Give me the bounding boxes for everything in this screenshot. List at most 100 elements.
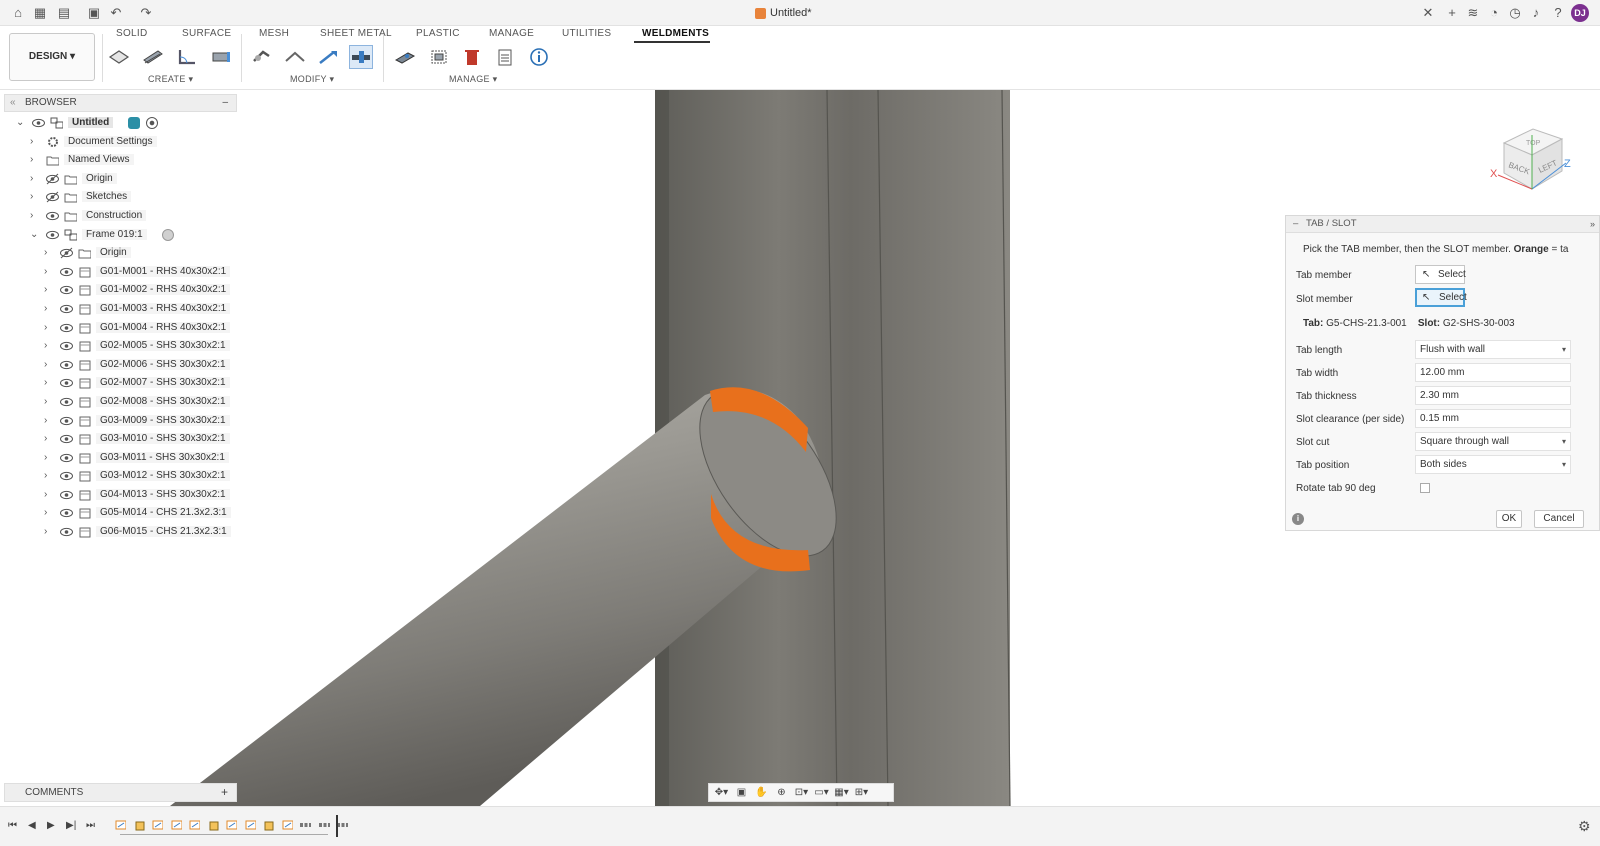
tab-member-select-button[interactable]: ↖ Select: [1415, 265, 1466, 284]
info-icon[interactable]: [527, 45, 551, 69]
tab-position-dropdown[interactable]: Both sides ▾: [1415, 455, 1571, 474]
chevron-right-icon[interactable]: ›: [44, 248, 54, 258]
manage-group-label[interactable]: MANAGE ▾: [449, 74, 497, 85]
trim-extend-icon[interactable]: [250, 45, 274, 69]
eye-icon[interactable]: [60, 433, 73, 445]
tree-item[interactable]: › G04-M013 - SHS 30x30x2:1: [4, 486, 237, 505]
orbit-icon[interactable]: ✥▾: [713, 787, 730, 798]
eye-icon[interactable]: [46, 229, 59, 241]
display-settings-icon[interactable]: ▭▾: [813, 787, 830, 798]
eye-icon[interactable]: [60, 396, 73, 408]
tree-item[interactable]: › Document Settings: [4, 133, 237, 152]
eye-icon[interactable]: [60, 359, 73, 371]
viewports-icon[interactable]: ⊞▾: [853, 787, 870, 798]
eye-hidden-icon[interactable]: [60, 247, 73, 259]
tree-item[interactable]: › G02-M007 - SHS 30x30x2:1: [4, 374, 237, 393]
activate-icon[interactable]: [128, 117, 140, 129]
tab-thickness-input[interactable]: 2.30 mm: [1415, 386, 1571, 405]
tab-sheet-metal[interactable]: SHEET METAL: [320, 28, 392, 39]
plane-icon[interactable]: [107, 45, 131, 69]
tree-item[interactable]: › G03-M010 - SHS 30x30x2:1: [4, 430, 237, 449]
help-info-icon[interactable]: i: [1292, 513, 1304, 525]
slot-clearance-input[interactable]: 0.15 mm: [1415, 409, 1571, 428]
angle-profile-icon[interactable]: [175, 45, 199, 69]
play-icon[interactable]: ▶: [47, 820, 55, 831]
tab-manage[interactable]: MANAGE: [489, 28, 534, 39]
sketch-feature-icon[interactable]: [170, 819, 182, 831]
new-tab-icon[interactable]: +: [1444, 5, 1460, 21]
chevron-right-icon[interactable]: ›: [44, 434, 54, 444]
data-panel-icon[interactable]: ≋: [1465, 5, 1481, 21]
chevron-right-icon[interactable]: ›: [44, 266, 54, 277]
cancel-button[interactable]: Cancel: [1534, 510, 1584, 528]
extrude-feature-icon[interactable]: [262, 819, 274, 831]
tab-solid[interactable]: SOLID: [116, 28, 148, 39]
tab-plastic[interactable]: PLASTIC: [416, 28, 460, 39]
sketch-feature-icon[interactable]: [281, 819, 293, 831]
tree-item[interactable]: › G03-M011 - SHS 30x30x2:1: [4, 449, 237, 468]
chevron-right-icon[interactable]: ›: [44, 285, 54, 295]
tree-item[interactable]: › G03-M012 - SHS 30x30x2:1: [4, 467, 237, 486]
eye-icon[interactable]: [60, 526, 73, 538]
notifications-icon[interactable]: ♪: [1528, 5, 1544, 21]
eye-icon[interactable]: [60, 303, 73, 315]
save-icon[interactable]: ▣: [86, 5, 102, 21]
go-to-end-icon[interactable]: ⏭: [86, 820, 95, 831]
eye-icon[interactable]: [46, 210, 59, 222]
timeline-marker[interactable]: [336, 815, 338, 837]
create-group-label[interactable]: CREATE ▾: [148, 74, 193, 85]
tab-width-input[interactable]: 12.00 mm: [1415, 363, 1571, 382]
tree-item[interactable]: › G02-M006 - SHS 30x30x2:1: [4, 356, 237, 375]
tree-item[interactable]: › Origin: [4, 170, 237, 189]
tree-item[interactable]: › G01-M002 - RHS 40x30x2:1: [4, 281, 237, 300]
fit-icon[interactable]: ⊡▾: [793, 787, 810, 798]
tree-item[interactable]: › G03-M009 - SHS 30x30x2:1: [4, 412, 237, 431]
help-icon[interactable]: ?: [1550, 5, 1566, 21]
chevron-right-icon[interactable]: ›: [30, 136, 40, 147]
workspace-switcher[interactable]: DESIGN ▾: [9, 33, 95, 81]
tree-item[interactable]: ⌄ Frame 019:1: [4, 226, 237, 245]
sketch-feature-icon[interactable]: [151, 819, 163, 831]
tree-item[interactable]: › G02-M008 - SHS 30x30x2:1: [4, 393, 237, 412]
chevron-down-icon[interactable]: ⌄: [30, 229, 40, 240]
collapse-dialog-icon[interactable]: –: [1293, 216, 1298, 232]
tree-item[interactable]: › G05-M014 - CHS 21.3x2.3:1: [4, 504, 237, 523]
tree-item[interactable]: › G01-M004 - RHS 40x30x2:1: [4, 319, 237, 338]
activate-radio-icon[interactable]: [162, 228, 174, 241]
grid-settings-icon[interactable]: ▦▾: [833, 787, 850, 798]
go-to-start-icon[interactable]: ⏮: [8, 820, 17, 831]
view-cube[interactable]: TOP BACK LEFT X Z: [1490, 115, 1576, 200]
chevron-right-icon[interactable]: ›: [44, 415, 54, 426]
eye-icon[interactable]: [60, 489, 73, 501]
modify-group-label[interactable]: MODIFY ▾: [290, 74, 334, 85]
avatar[interactable]: DJ: [1571, 4, 1589, 22]
tab-mesh[interactable]: MESH: [259, 28, 289, 39]
tree-item[interactable]: › Construction: [4, 207, 237, 226]
step-forward-icon[interactable]: ▶|: [66, 820, 76, 831]
chevron-right-icon[interactable]: ›: [30, 173, 40, 184]
home-icon[interactable]: ⌂: [10, 5, 26, 21]
tab-surface[interactable]: SURFACE: [182, 28, 231, 39]
ok-button[interactable]: OK: [1496, 510, 1522, 528]
apps-grid-icon[interactable]: ▦: [32, 5, 48, 21]
tree-item[interactable]: › Origin: [4, 244, 237, 263]
minimize-icon[interactable]: –: [222, 95, 228, 111]
chevron-right-icon[interactable]: ›: [44, 471, 54, 481]
eye-hidden-icon[interactable]: [46, 191, 59, 203]
eye-icon[interactable]: [32, 117, 45, 129]
extrude-feature-icon[interactable]: [133, 819, 145, 831]
tab-length-dropdown[interactable]: Flush with wall ▾: [1415, 340, 1571, 359]
chevron-right-icon[interactable]: ›: [44, 303, 54, 314]
cut-list-icon[interactable]: [493, 45, 517, 69]
step-back-icon[interactable]: ◀: [28, 820, 36, 831]
chevron-right-icon[interactable]: ›: [44, 359, 54, 370]
tree-item[interactable]: › G06-M015 - CHS 21.3x2.3:1: [4, 523, 237, 542]
sketch-feature-icon[interactable]: [188, 819, 200, 831]
chevron-right-icon[interactable]: ›: [44, 378, 54, 388]
tab-slot-icon[interactable]: [349, 45, 373, 69]
zoom-icon[interactable]: ⊕: [773, 787, 790, 798]
extrude-feature-icon[interactable]: [207, 819, 219, 831]
feature-group-icon[interactable]: [318, 819, 330, 831]
chevron-right-icon[interactable]: ›: [30, 210, 40, 221]
eye-icon[interactable]: [60, 284, 73, 296]
